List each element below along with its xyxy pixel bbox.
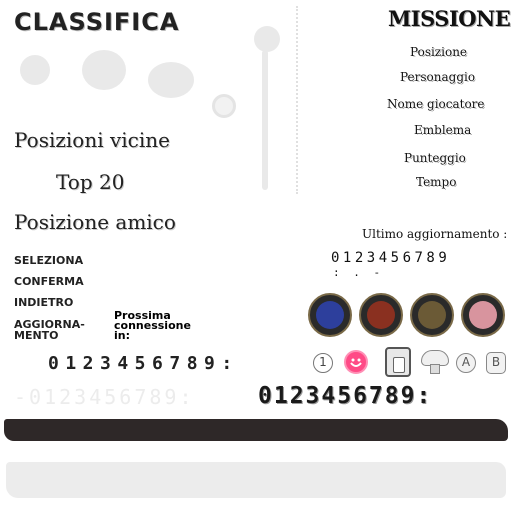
column-character: Personaggio <box>400 70 476 84</box>
b-button-icon: B <box>486 352 506 374</box>
paint-drip <box>262 50 268 190</box>
dotted-divider <box>296 6 298 194</box>
last-update-symbols: : . - <box>333 266 384 279</box>
column-player-name: Nome giocatore <box>387 97 485 111</box>
character-avatar <box>410 293 454 337</box>
next-connection-line3: in: <box>114 329 131 342</box>
mission-title: MISSIONE <box>388 6 511 31</box>
control-back-label: INDIETRO <box>14 296 74 309</box>
character-avatar <box>359 293 403 337</box>
smiley-icon <box>344 350 368 374</box>
menu-nearby-positions[interactable]: Posizioni vicine <box>14 128 170 152</box>
column-position: Posizione <box>410 45 468 59</box>
character-avatar <box>461 293 505 337</box>
brush-stroke-dark <box>4 419 508 441</box>
control-refresh-line2: MENTO <box>14 329 59 342</box>
paint-splatter <box>254 26 280 52</box>
column-score: Punteggio <box>404 151 466 165</box>
brush-stroke-light <box>6 462 506 498</box>
column-time: Tempo <box>416 175 457 189</box>
menu-top20[interactable]: Top 20 <box>56 170 124 194</box>
page-title: CLASSIFICA <box>14 8 180 36</box>
a-button-icon: A <box>456 353 476 373</box>
touch-screen-icon <box>385 347 411 377</box>
control-refresh-label: AGGIORNA- MENTO <box>14 319 85 341</box>
menu-friend-position[interactable]: Posizione amico <box>14 210 176 234</box>
paint-splatter <box>82 50 126 90</box>
last-update-label: Ultimo aggiornamento : <box>362 227 508 241</box>
paint-splatter <box>148 62 194 98</box>
control-select-label: SELEZIONA <box>14 254 84 267</box>
digits-row-medium: 0123456789: <box>48 353 239 374</box>
number-one-icon: 1 <box>313 353 333 373</box>
next-connection-label: Prossima connessione in: <box>114 310 191 342</box>
mushroom-button-icon <box>421 350 449 376</box>
paint-splatter <box>20 55 50 85</box>
paint-splatter <box>212 94 236 118</box>
control-confirm-label: CONFERMA <box>14 275 84 288</box>
digits-row-large: 0123456789: <box>258 383 433 409</box>
digits-row-faded: -0123456789: <box>14 385 195 409</box>
column-emblem: Emblema <box>414 123 472 137</box>
last-update-digits: 0123456789 <box>331 250 451 266</box>
character-avatar <box>308 293 352 337</box>
